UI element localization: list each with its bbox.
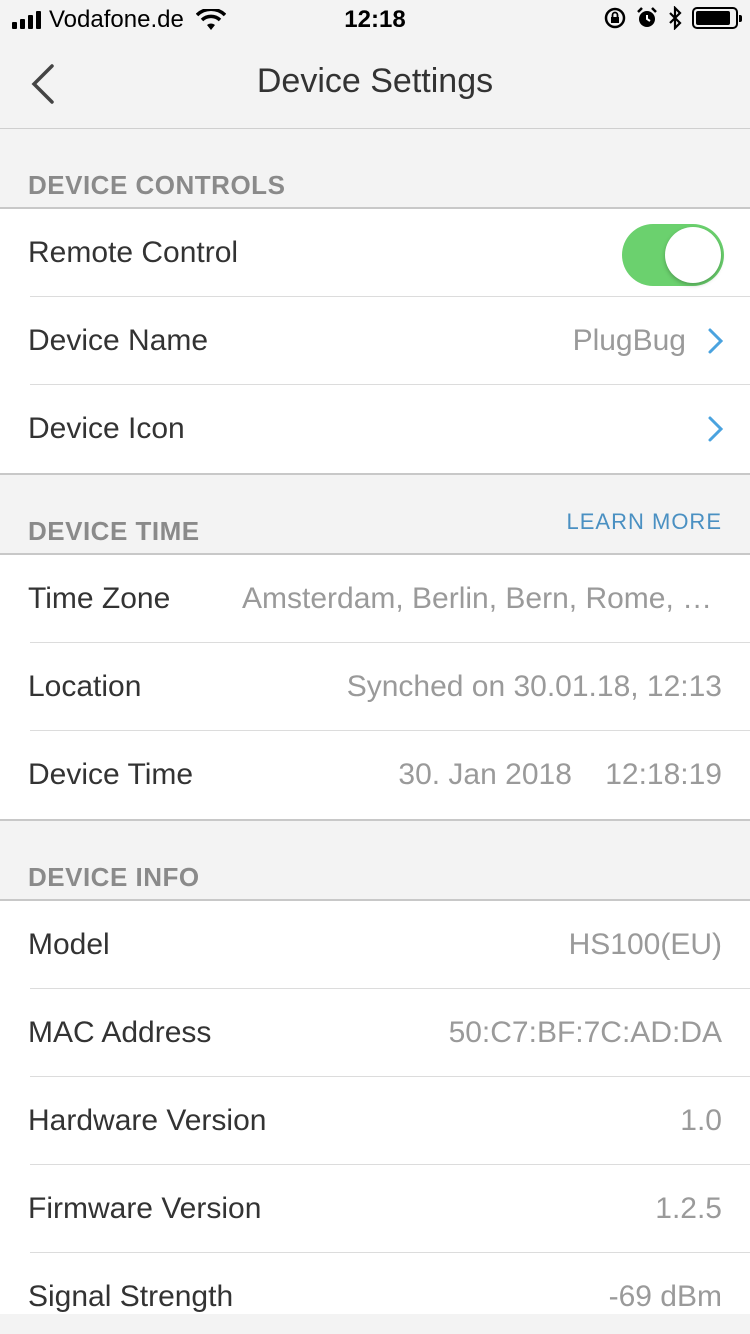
section-title: DEVICE CONTROLS xyxy=(28,170,286,200)
section-title: DEVICE TIME xyxy=(28,516,200,546)
model-row: Model HS100(EU) xyxy=(0,901,750,989)
battery-icon xyxy=(692,7,742,29)
section-title: DEVICE INFO xyxy=(28,862,200,892)
device-name-value: PlugBug xyxy=(572,324,686,357)
section-header-device-controls: DEVICE CONTROLS xyxy=(0,129,750,209)
navigation-bar: Device Settings xyxy=(0,40,750,129)
status-bar: Vodafone.de 12:18 xyxy=(0,0,750,40)
model-label: Model xyxy=(28,928,110,961)
time-zone-value: Amsterdam, Berlin, Bern, Rome, Stockholm… xyxy=(242,582,722,615)
bottom-edge xyxy=(0,1314,750,1334)
remote-control-label: Remote Control xyxy=(28,236,239,269)
section-header-device-info: DEVICE INFO xyxy=(0,821,750,901)
hardware-version-row: Hardware Version 1.0 xyxy=(0,1077,750,1165)
signal-strength-value: -69 dBm xyxy=(608,1280,722,1313)
mac-address-label: MAC Address xyxy=(28,1016,212,1049)
time-zone-row[interactable]: Time Zone Amsterdam, Berlin, Bern, Rome,… xyxy=(0,555,750,643)
model-value: HS100(EU) xyxy=(568,928,722,961)
location-label: Location xyxy=(28,670,142,703)
firmware-version-value: 1.2.5 xyxy=(655,1192,722,1225)
section-header-device-time: DEVICE TIME LEARN MORE xyxy=(0,475,750,555)
bluetooth-icon xyxy=(669,6,682,30)
mac-address-value: 50:C7:BF:7C:AD:DA xyxy=(448,1016,722,1049)
device-time-label: Device Time xyxy=(28,758,194,791)
device-icon-label: Device Icon xyxy=(28,412,185,445)
status-right xyxy=(604,6,742,30)
page-title: Device Settings xyxy=(256,62,494,100)
location-value: Synched on 30.01.18, 12:13 xyxy=(346,670,722,703)
firmware-version-row: Firmware Version 1.2.5 xyxy=(0,1165,750,1253)
device-icon-row[interactable]: Device Icon xyxy=(0,385,750,473)
device-time-group: Time Zone Amsterdam, Berlin, Bern, Rome,… xyxy=(0,555,750,821)
device-name-label: Device Name xyxy=(28,324,209,357)
learn-more-link[interactable]: LEARN MORE xyxy=(567,509,722,535)
hardware-version-value: 1.0 xyxy=(680,1104,722,1137)
device-info-group: Model HS100(EU) MAC Address 50:C7:BF:7C:… xyxy=(0,901,750,1314)
chevron-right-icon xyxy=(708,416,724,442)
location-row[interactable]: Location Synched on 30.01.18, 12:13 xyxy=(0,643,750,731)
signal-strength-row: Signal Strength -69 dBm xyxy=(0,1253,750,1314)
chevron-right-icon xyxy=(708,328,724,354)
remote-control-row: Remote Control xyxy=(0,209,750,297)
time-zone-label: Time Zone xyxy=(28,582,171,615)
remote-control-toggle[interactable] xyxy=(622,224,724,286)
device-name-row[interactable]: Device Name PlugBug xyxy=(0,297,750,385)
mac-address-row: MAC Address 50:C7:BF:7C:AD:DA xyxy=(0,989,750,1077)
signal-strength-label: Signal Strength xyxy=(28,1280,234,1313)
alarm-icon xyxy=(637,7,657,27)
firmware-version-label: Firmware Version xyxy=(28,1192,262,1225)
device-controls-group: Remote Control Device Name PlugBug Devic… xyxy=(0,209,750,475)
toggle-knob xyxy=(665,227,721,283)
hardware-version-label: Hardware Version xyxy=(28,1104,267,1137)
device-time-value: 30. Jan 2018 12:18:19 xyxy=(398,758,722,791)
device-time-row: Device Time 30. Jan 2018 12:18:19 xyxy=(0,731,750,819)
orientation-lock-icon xyxy=(604,7,626,29)
